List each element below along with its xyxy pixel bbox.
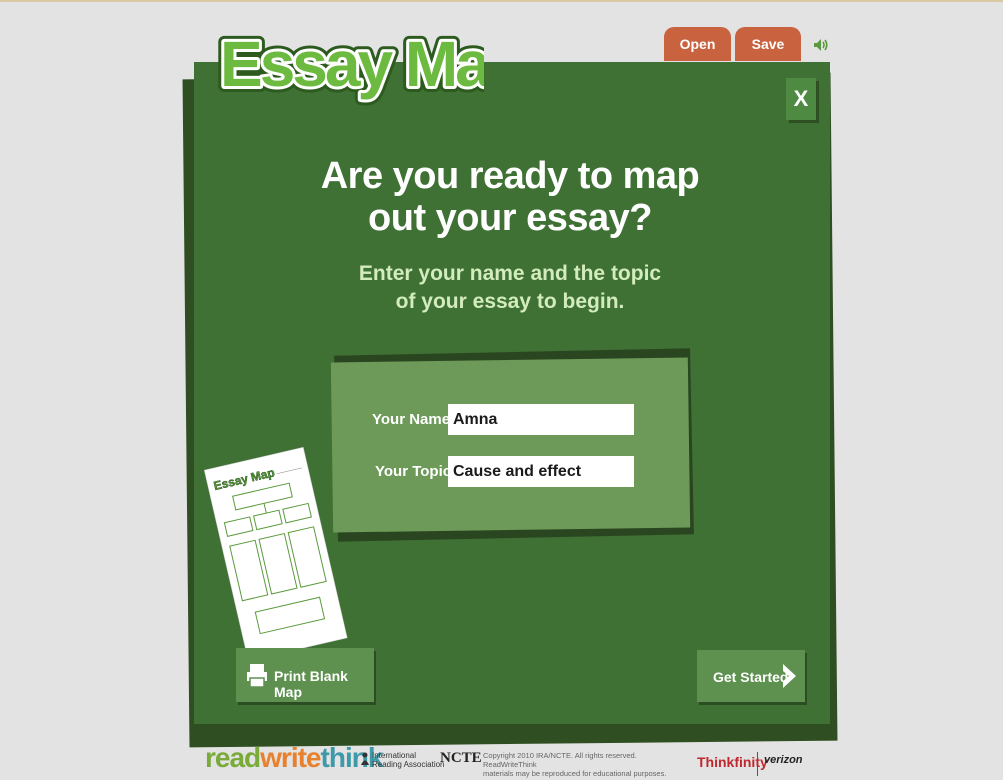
footer-divider	[757, 752, 758, 776]
get-started-button[interactable]: Get Started	[697, 650, 805, 702]
save-button[interactable]: Save	[735, 27, 801, 61]
essay-map-logo: Essay Map Essay Map Essay Map	[214, 22, 484, 106]
print-blank-map-button[interactable]: Print Blank Map	[236, 648, 374, 702]
page-subtitle: Enter your name and the topic of your es…	[330, 260, 690, 316]
ira-logo[interactable]: International Reading Association	[372, 751, 445, 769]
form-panel	[330, 357, 691, 533]
arrow-right-icon	[783, 664, 796, 688]
page-headline: Are you ready to map out your essay?	[300, 155, 720, 239]
topic-input[interactable]	[448, 456, 634, 487]
copyright-text: Copyright 2010 IRA/NCTE. All rights rese…	[483, 751, 673, 778]
ncte-logo[interactable]: NCTE	[440, 750, 482, 767]
speaker-icon[interactable]	[813, 37, 829, 53]
ira-line-2: Reading Association	[372, 760, 445, 769]
close-button[interactable]: X	[786, 78, 816, 120]
print-blank-map-label: Print Blank Map	[274, 668, 348, 700]
copyright-line-1: Copyright 2010 IRA/NCTE. All rights rese…	[483, 751, 637, 769]
open-button[interactable]: Open	[664, 27, 731, 61]
ira-icon	[361, 752, 369, 765]
readwritethink-logo[interactable]: readwritethink	[205, 742, 383, 774]
get-started-label: Get Started	[713, 669, 789, 685]
brand-write: write	[260, 742, 321, 773]
printer-icon	[247, 664, 267, 688]
footer: readwritethink International Reading Ass…	[0, 740, 1003, 780]
topic-label: Your Topic:	[375, 463, 457, 480]
headline-line-2: out your essay?	[368, 197, 652, 239]
top-border	[0, 0, 1003, 2]
name-input[interactable]	[448, 404, 634, 435]
subtitle-line-2: of your essay to begin.	[395, 290, 625, 313]
copyright-line-2: materials may be reproduced for educatio…	[483, 769, 667, 778]
name-label: Your Name:	[372, 411, 456, 428]
ira-line-1: International	[372, 751, 417, 760]
brand-read: read	[205, 742, 261, 773]
svg-text:Essay Map: Essay Map	[220, 28, 484, 100]
headline-line-1: Are you ready to map	[320, 155, 700, 197]
subtitle-line-1: Enter your name and the topic	[358, 262, 662, 285]
verizon-logo[interactable]: verizon	[764, 754, 803, 766]
